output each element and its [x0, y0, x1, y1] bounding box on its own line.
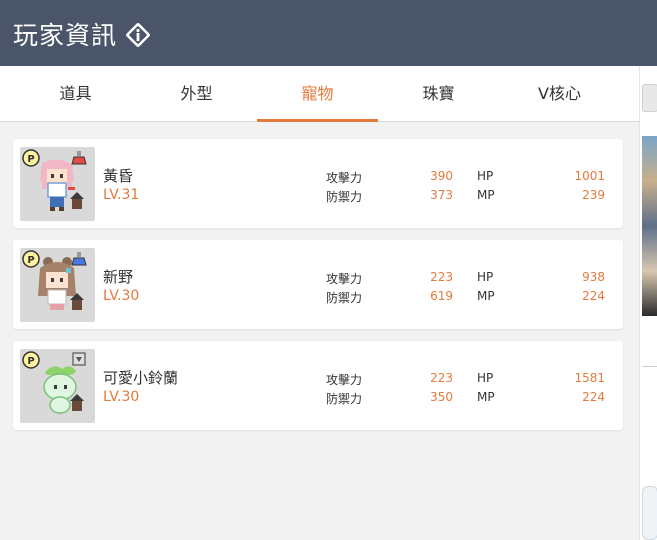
atk-label: 攻擊力 [326, 373, 363, 387]
tab-appearance[interactable]: 外型 [136, 66, 257, 122]
tab-bar: 道具 外型 寵物 珠寶 V核心 [0, 66, 639, 122]
pet-name: 新野 [103, 268, 134, 286]
hp-label: HP [477, 270, 494, 284]
tab-items[interactable]: 道具 [15, 66, 136, 122]
side-card[interactable] [642, 486, 657, 540]
p-coin-icon: P [22, 351, 40, 369]
side-panel-edge [639, 66, 657, 540]
hp-value: 938 [582, 270, 605, 284]
atk-label: 攻擊力 [326, 171, 363, 185]
mp-label: MP [477, 390, 495, 404]
def-value: 350 [430, 390, 453, 404]
mp-value: 224 [582, 289, 605, 303]
atk-label: 攻擊力 [326, 272, 363, 286]
def-value: 373 [430, 188, 453, 202]
page-title: 玩家資訊 [13, 21, 118, 50]
p-coin-icon: P [22, 149, 40, 167]
side-divider [642, 366, 657, 367]
svg-text:P: P [27, 255, 34, 266]
pet-avatar: P [20, 147, 95, 221]
tab-jewels[interactable]: 珠寶 [378, 66, 499, 122]
pet-name: 黃昏 [103, 167, 134, 185]
p-coin-icon: P [22, 250, 40, 268]
mp-label: MP [477, 289, 495, 303]
pet-card[interactable]: P 可愛小鈴蘭 LV.30 攻擊力 防禦力 223 350 HP MP 1581… [13, 341, 623, 430]
hp-label: HP [477, 169, 494, 183]
hp-value: 1581 [574, 371, 605, 385]
pet-level: LV.30 [103, 288, 140, 304]
pet-card[interactable]: P 黃昏 LV.31 攻擊力 防禦力 390 373 HP MP 1001 23… [13, 139, 623, 228]
mp-value: 239 [582, 188, 605, 202]
mp-label: MP [477, 188, 495, 202]
tab-v-core[interactable]: V核心 [499, 66, 620, 122]
side-thumbnail[interactable] [642, 84, 657, 112]
def-label: 防禦力 [326, 392, 363, 406]
main-panel: 道具 外型 寵物 珠寶 V核心 P 黃昏 LV.31 攻擊力 防禦力 390 3… [0, 66, 639, 540]
hp-label: HP [477, 371, 494, 385]
tab-pets[interactable]: 寵物 [257, 66, 378, 122]
def-label: 防禦力 [326, 291, 363, 305]
potion-blue-icon [71, 252, 87, 266]
atk-value: 223 [430, 371, 453, 385]
svg-text:P: P [27, 154, 34, 165]
pet-level: LV.30 [103, 389, 140, 405]
potion-red-icon [71, 151, 87, 165]
pet-avatar: P [20, 349, 95, 423]
hp-value: 1001 [574, 169, 605, 183]
pet-card[interactable]: P 新野 LV.30 攻擊力 防禦力 223 619 HP MP 938 224 [13, 240, 623, 329]
pet-avatar: P [20, 248, 95, 322]
pet-name: 可愛小鈴蘭 [103, 369, 179, 387]
info-diamond-icon[interactable] [123, 20, 153, 50]
def-label: 防禦力 [326, 190, 363, 204]
atk-value: 223 [430, 270, 453, 284]
gray-box-icon [72, 352, 86, 366]
svg-text:P: P [27, 356, 34, 367]
app-header: 玩家資訊 [0, 0, 657, 66]
side-image-preview [642, 136, 657, 316]
pet-level: LV.31 [103, 187, 140, 203]
atk-value: 390 [430, 169, 453, 183]
def-value: 619 [430, 289, 453, 303]
mp-value: 224 [582, 390, 605, 404]
